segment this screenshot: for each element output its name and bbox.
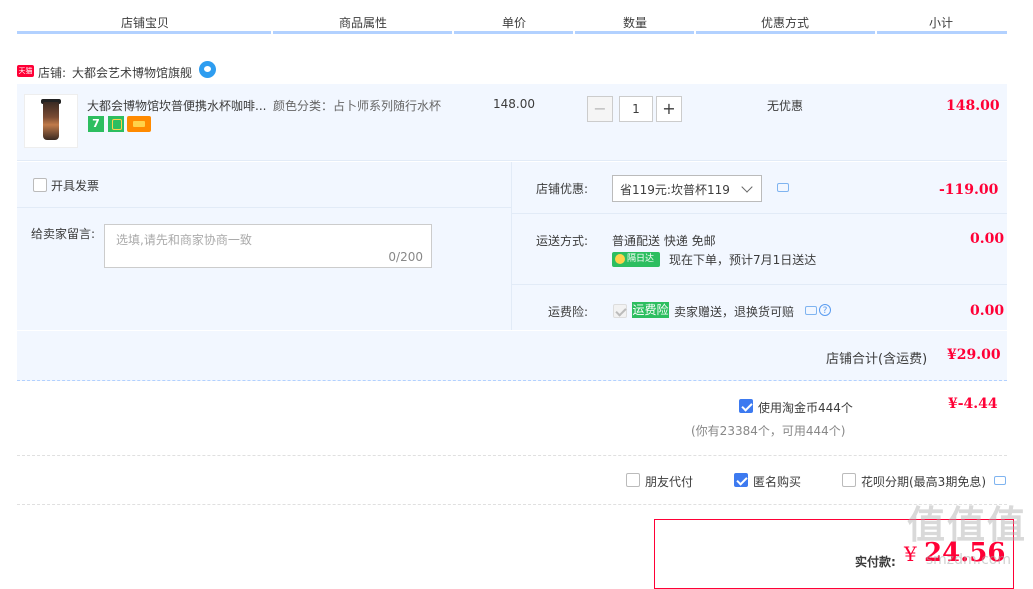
delivery-eta: 现在下单，预计7月1日送达 [669,253,817,267]
divider [512,213,1007,214]
anonymous-label: 匿名购买 [753,475,802,489]
shop-discount-label: 店铺优惠: [536,182,589,196]
divider [512,284,1007,285]
memo-textarea[interactable]: 选填,请先和商家协商一致 0/200 [104,224,432,268]
shop-name-link[interactable]: 大都会艺术博物馆旗舰 [72,64,192,81]
divider [17,455,1007,456]
shop-label: 店铺: [38,66,67,80]
chat-bubble-icon[interactable] [994,476,1006,485]
pay-label: 实付款: [855,555,896,569]
item-title-link[interactable]: 大都会博物馆坎普便携水杯咖啡... [87,97,272,114]
item-attribute: 颜色分类：占卜师系列随行水杯 [273,99,442,113]
wangwang-chat-icon[interactable] [199,61,216,78]
item-subtotal: 148.00 [946,98,1000,114]
divider [17,207,511,208]
shop-total-label: 店铺合计(含运费) [826,352,928,367]
invoice-label: 开具发票 [51,179,100,193]
friend-pay-label: 朋友代付 [645,475,694,489]
shop-total-amount: ¥29.00 [947,347,1001,363]
huabei-checkbox[interactable] [842,473,856,487]
divider [17,504,1007,505]
chat-bubble-icon[interactable] [805,306,817,315]
memo-counter: 0/200 [388,250,423,264]
freight-insurance-checkbox [613,304,627,318]
header-attribute: 商品属性 [338,16,387,30]
header-underline [17,31,1007,34]
header-discount: 优惠方式 [760,16,809,30]
item-row [17,84,1007,161]
huabei-label: 花呗分期(最高3期免息) [861,475,986,489]
quantity-input[interactable]: 1 [619,96,653,122]
divider [511,162,512,330]
friend-pay-checkbox[interactable] [626,473,640,487]
quantity-increase-button[interactable]: + [656,96,682,122]
delivery-method: 普通配送 快递 免邮 [612,234,716,248]
item-thumbnail[interactable] [24,94,78,148]
header-sep [573,31,575,34]
header-sep [452,31,454,34]
freight-insurance-tag: 运费险 [632,302,669,318]
coins-note: (你有23384个，可用444个) [691,424,846,438]
header-sep [271,31,273,34]
coins-amount: ¥-4.44 [948,396,998,412]
header-sep [694,31,696,34]
tmall-badge: 天猫 [17,65,34,77]
help-question-icon[interactable]: ? [819,304,831,316]
use-coins-checkbox[interactable] [739,399,753,413]
use-coins-label: 使用淘金币444个 [758,401,853,415]
item-unit-price: 148.00 [493,97,535,111]
freight-insurance-desc: 卖家赠送，退换货可赔 [674,305,795,319]
header-quantity: 数量 [622,16,647,30]
shop-discount-select[interactable]: 省119元:坎普杯119 [612,175,762,202]
payment-guarantee-icon[interactable] [108,116,124,132]
header-subtotal: 小计 [928,16,953,30]
item-discount: 无优惠 [767,99,804,113]
next-day-badge: 隔日达 [612,252,660,267]
header-shop-item: 店铺宝贝 [120,16,169,30]
freight-insurance-label: 运费险: [548,305,589,319]
chevron-down-icon [741,181,753,193]
cup-body-shape [43,102,59,140]
seven-day-return-icon[interactable]: 7 [88,116,104,132]
invoice-checkbox[interactable] [33,178,47,192]
memo-placeholder: 选填,请先和商家协商一致 [116,233,252,247]
header-unit-price: 单价 [501,16,526,30]
delivery-amount: 0.00 [970,231,1005,247]
shop-discount-selected: 省119元:坎普杯119 [620,183,730,197]
shop-discount-amount: -119.00 [939,182,999,198]
watermark-logo: 值值值 [906,503,1027,547]
memo-label: 给卖家留言: [31,227,96,241]
header-sep [875,31,877,34]
anonymous-checkbox[interactable] [734,473,748,487]
delivery-label: 运送方式: [536,234,589,248]
quantity-decrease-button[interactable]: − [587,96,613,122]
credit-card-icon[interactable] [127,116,151,132]
chat-bubble-icon[interactable] [777,183,789,192]
watermark-site: smzdm.com [925,552,1011,568]
freight-insurance-amount: 0.00 [970,303,1005,319]
